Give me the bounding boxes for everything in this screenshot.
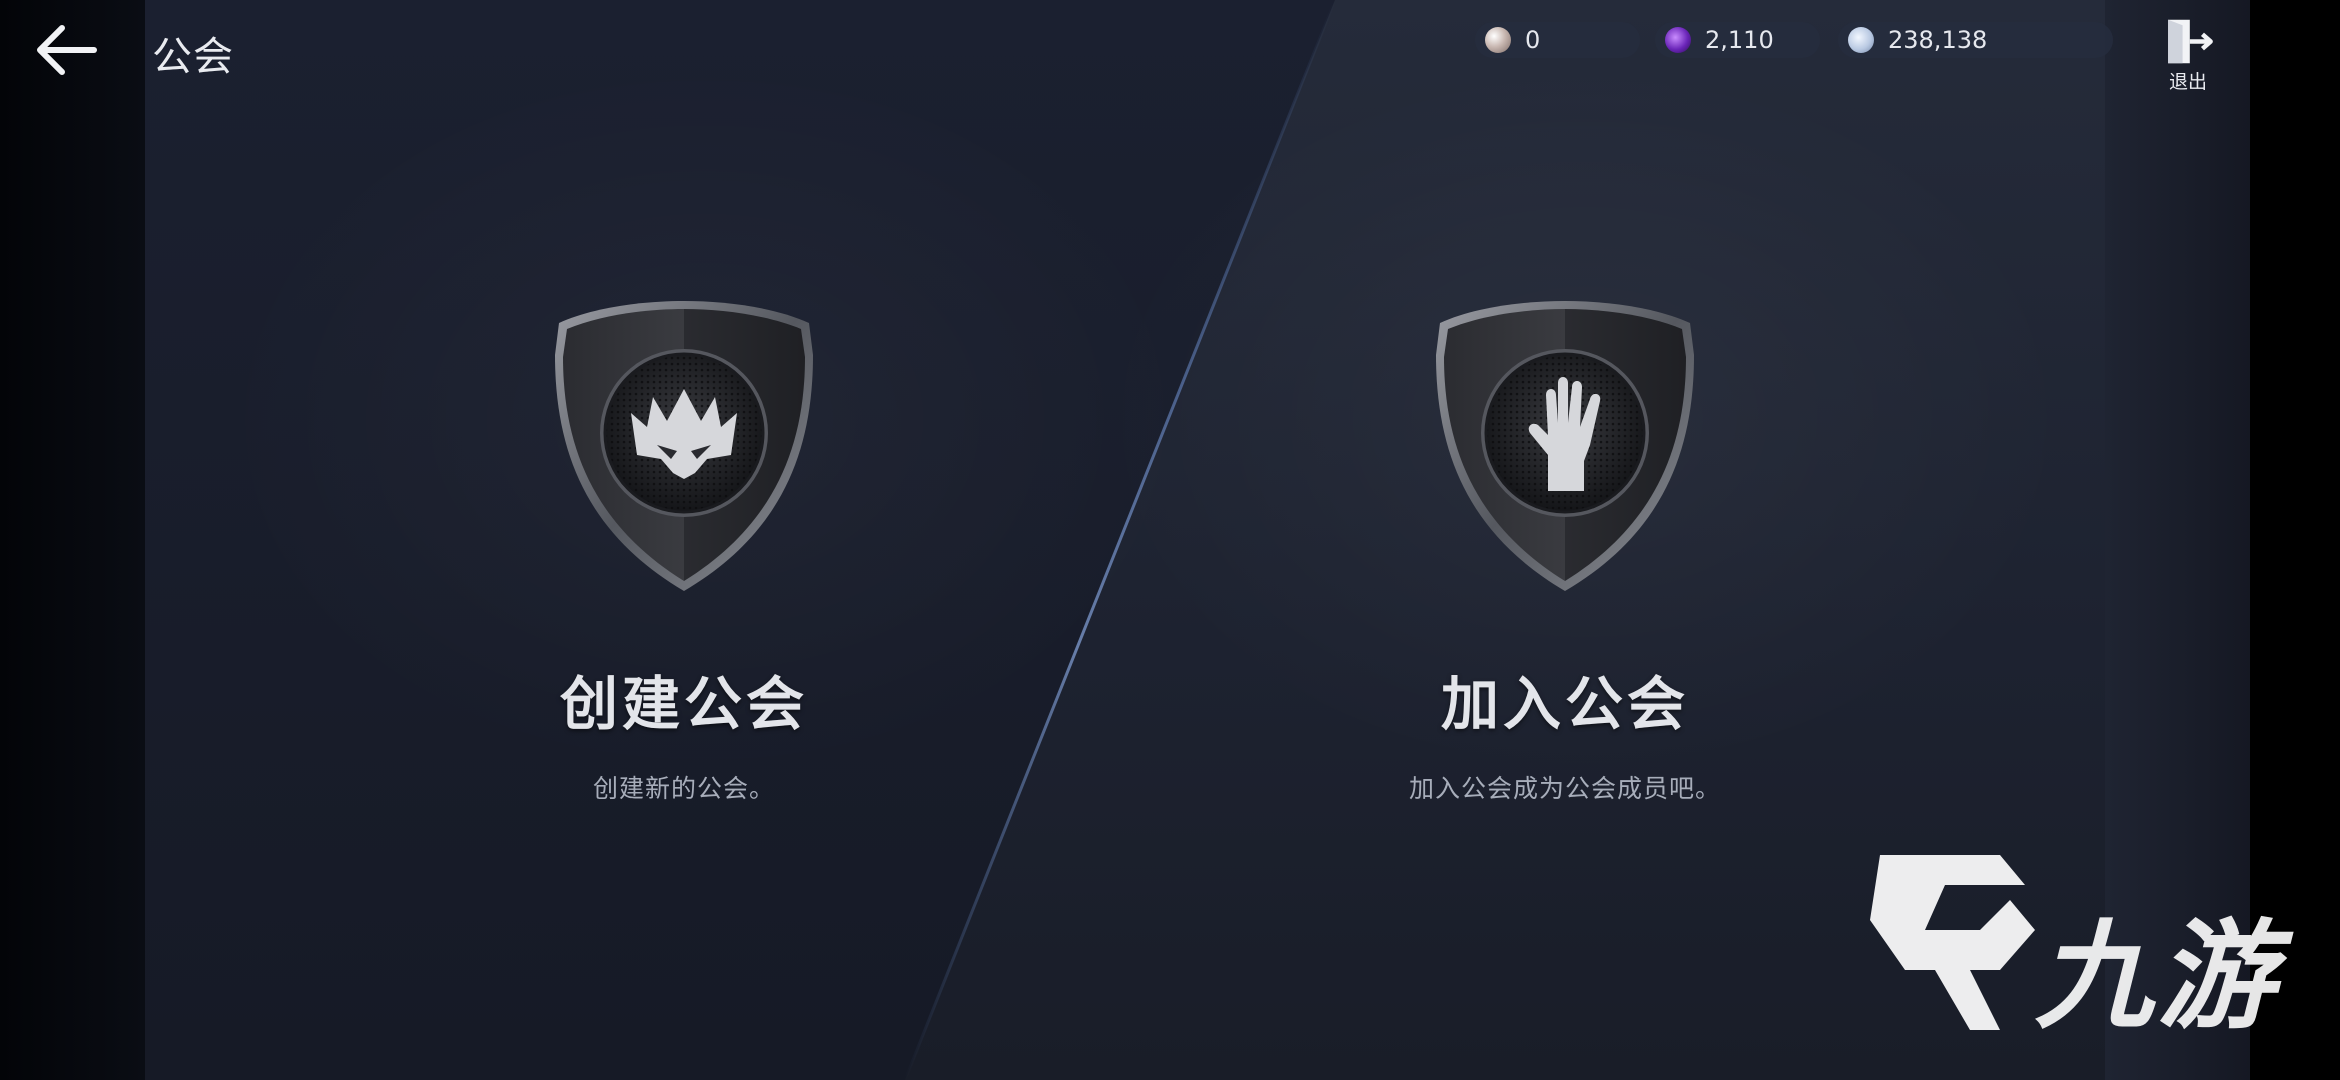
pearl-icon [1485,27,1511,53]
join-guild-option[interactable]: 加入公会 加入公会成为公会成员吧。 [1265,295,1865,815]
watermark-text: 九游 [2035,907,2280,1045]
silver-currency[interactable]: 238,138 [1838,22,2113,58]
left-border [0,0,145,1080]
silver-amount: 238,138 [1888,26,1988,54]
silver-coin-icon [1848,27,1874,53]
create-guild-shield-icon [555,301,813,591]
gem-currency[interactable]: 2,110 [1655,22,1820,58]
create-guild-title: 创建公会 [559,670,808,738]
exit-door-icon [2168,19,2213,64]
join-guild-shield-icon [1436,301,1694,591]
back-button[interactable] [30,18,100,82]
gem-amount: 2,110 [1705,26,1774,54]
back-arrow-icon [37,25,97,75]
join-guild-description: 加入公会成为公会成员吧。 [1408,774,1721,803]
create-guild-description: 创建新的公会。 [592,774,775,803]
guild-screen: 公会 0 2,110 238,138 退出 创建公会 创建新的公会。 加入公会 … [0,0,2340,1080]
page-title: 公会 [152,34,234,80]
pearl-currency[interactable]: 0 [1475,22,1640,58]
gem-icon [1665,27,1691,53]
pearl-amount: 0 [1525,26,1541,54]
exit-button[interactable]: 退出 [2160,18,2216,94]
join-guild-title: 加入公会 [1440,670,1689,738]
create-guild-option[interactable]: 创建公会 创建新的公会。 [384,295,984,815]
exit-label: 退出 [2168,71,2207,93]
